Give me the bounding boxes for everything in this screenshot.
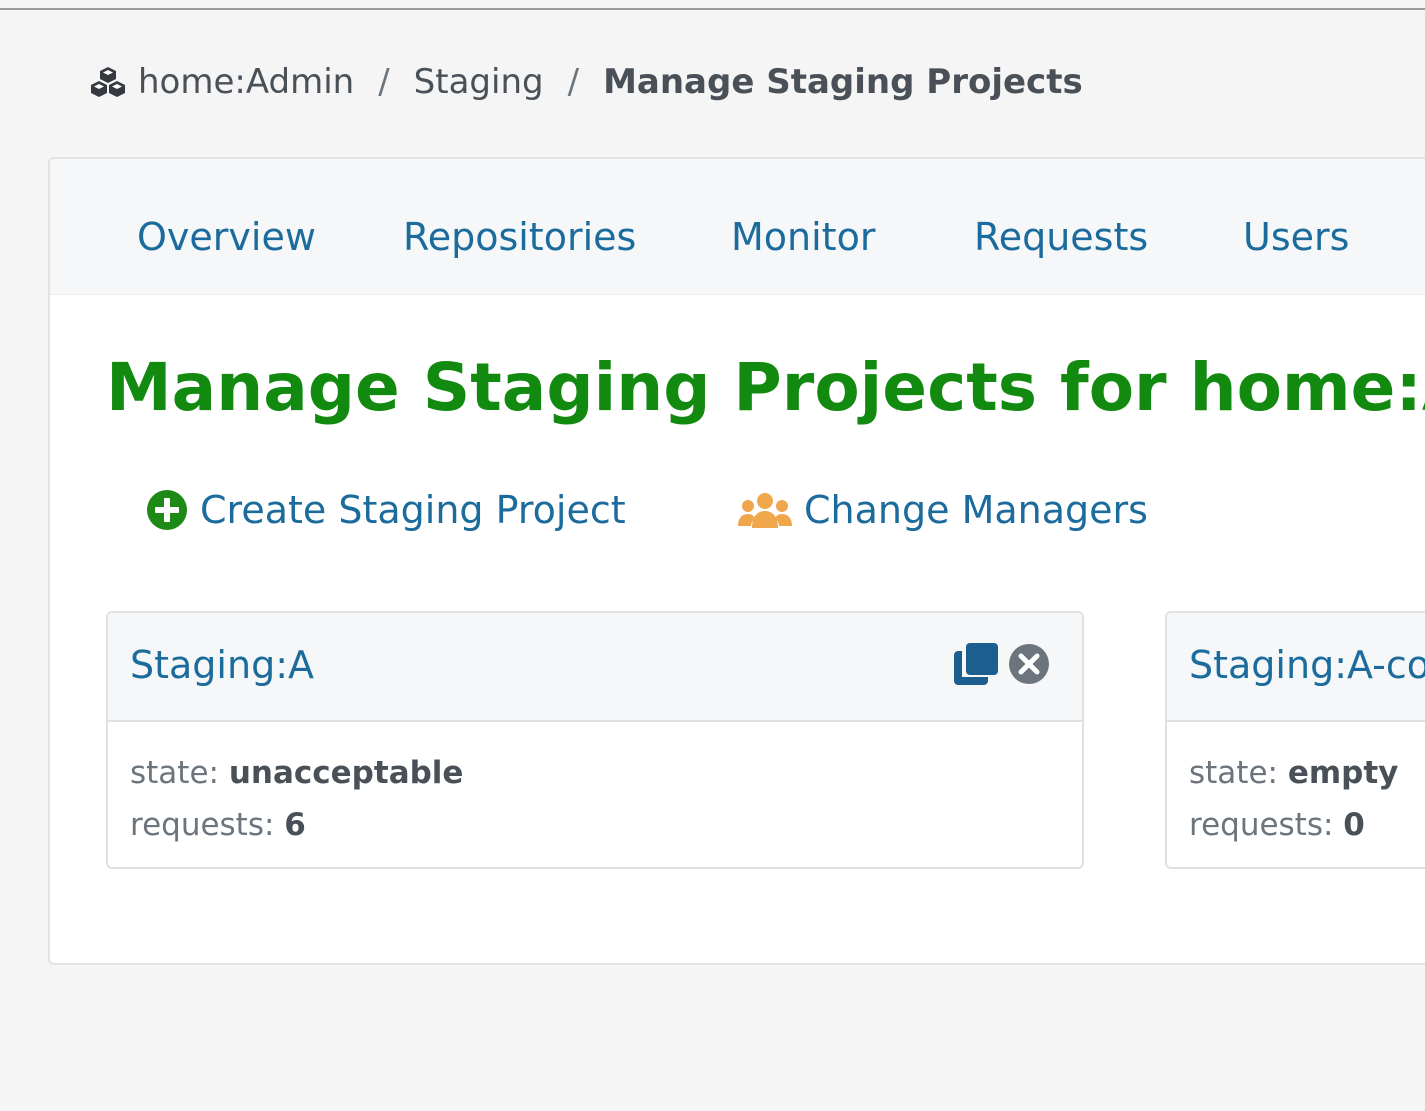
state-value: unacceptable bbox=[228, 755, 464, 791]
state-label: state: bbox=[130, 755, 219, 791]
top-border bbox=[0, 0, 1425, 10]
requests-label: requests: bbox=[130, 807, 275, 843]
staging-project-actions bbox=[954, 643, 1050, 689]
cubes-icon bbox=[88, 62, 128, 102]
breadcrumb: home:Admin / Staging / Manage Staging Pr… bbox=[88, 60, 1083, 104]
state-line: state: empty bbox=[1189, 747, 1398, 799]
copy-icon[interactable] bbox=[954, 643, 998, 689]
create-staging-project-button[interactable]: Create Staging Project bbox=[146, 485, 626, 535]
breadcrumb-current: Manage Staging Projects bbox=[603, 62, 1083, 102]
staging-project-header: Staging:A-co bbox=[1167, 613, 1425, 722]
breadcrumb-staging[interactable]: Staging bbox=[414, 62, 544, 102]
breadcrumb-separator: / bbox=[378, 62, 390, 102]
plus-circle-icon bbox=[146, 489, 188, 531]
state-value: empty bbox=[1287, 755, 1399, 791]
staging-project-card: Staging:A-co state: empty requests: 0 bbox=[1165, 611, 1425, 869]
staging-project-details: state: empty requests: 0 bbox=[1189, 747, 1398, 851]
change-managers-button[interactable]: Change Managers bbox=[738, 485, 1148, 535]
tab-monitor[interactable]: Monitor bbox=[731, 215, 875, 259]
staging-project-card: Staging:A state: unacceptable requests: … bbox=[106, 611, 1084, 869]
tab-users[interactable]: Users bbox=[1243, 215, 1349, 259]
state-line: state: unacceptable bbox=[130, 747, 463, 799]
requests-value: 6 bbox=[284, 807, 306, 843]
requests-line: requests: 0 bbox=[1189, 799, 1398, 851]
staging-project-link[interactable]: Staging:A-co bbox=[1189, 643, 1425, 687]
breadcrumb-home[interactable]: home:Admin bbox=[138, 62, 354, 102]
breadcrumb-separator: / bbox=[567, 62, 580, 102]
requests-line: requests: 6 bbox=[130, 799, 463, 851]
state-label: state: bbox=[1189, 755, 1278, 791]
users-icon bbox=[738, 490, 792, 530]
tab-repositories[interactable]: Repositories bbox=[403, 215, 636, 259]
main-card: Overview Repositories Monitor Requests U… bbox=[48, 157, 1425, 965]
create-staging-project-label: Create Staging Project bbox=[200, 488, 626, 532]
tab-overview[interactable]: Overview bbox=[137, 215, 316, 259]
tab-requests[interactable]: Requests bbox=[974, 215, 1148, 259]
tab-bar: Overview Repositories Monitor Requests U… bbox=[50, 159, 1425, 295]
delete-circle-icon[interactable] bbox=[1008, 643, 1050, 689]
staging-project-link[interactable]: Staging:A bbox=[130, 643, 314, 687]
requests-value: 0 bbox=[1343, 807, 1365, 843]
staging-project-details: state: unacceptable requests: 6 bbox=[130, 747, 463, 851]
requests-label: requests: bbox=[1189, 807, 1334, 843]
staging-project-header: Staging:A bbox=[108, 613, 1082, 722]
change-managers-label: Change Managers bbox=[804, 488, 1148, 532]
page-title: Manage Staging Projects for home:Admin bbox=[106, 349, 1425, 426]
